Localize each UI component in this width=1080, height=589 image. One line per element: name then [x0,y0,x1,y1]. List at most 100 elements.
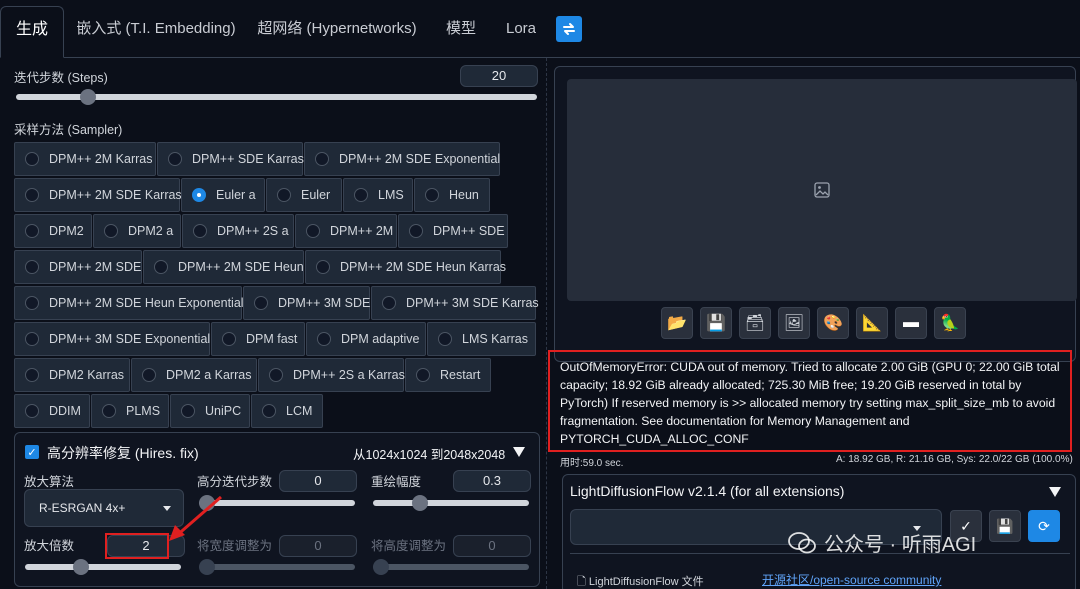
time-stat: 用时:59.0 sec. [560,458,624,469]
sampler-label: 采样方法 (Sampler) [14,123,123,137]
steps-label: 迭代步数 (Steps) [14,71,108,85]
folder-icon: 📂 [667,315,687,332]
radio-icon [317,332,331,346]
radio-icon [25,224,39,238]
denoise-label: 重绘幅度 [371,475,422,489]
radio-icon [269,368,283,382]
sampler-option[interactable]: DPM++ 2M SDE Exponential [304,142,500,176]
sampler-option[interactable]: Euler [266,178,342,212]
radio-icon [25,332,39,346]
archive-icon: 🗃 [744,315,766,332]
width-slider-thumb[interactable] [199,559,215,575]
steps-slider-thumb[interactable] [80,89,96,105]
parrot-button[interactable]: 🦜 [934,307,966,339]
sampler-option[interactable]: DPM++ SDE Karras [157,142,304,176]
hires-fix-checkbox[interactable]: ✓ [25,445,39,459]
sampler-option[interactable]: DPM++ 2M SDE Heun [143,250,304,284]
community-link[interactable]: 开源社区/open-source community [762,571,941,588]
radio-icon [25,368,39,382]
height-label: 将高度调整为 [371,539,447,553]
sampler-option-selected[interactable]: Euler a [181,178,265,212]
radio-icon [168,152,182,166]
radio-icon [306,224,320,238]
denoise-slider-thumb[interactable] [412,495,428,511]
ldf-refresh-button[interactable]: ⟳ [1028,510,1060,542]
bandage-button[interactable]: ▬ [895,307,927,339]
radio-icon [222,332,236,346]
sampler-option[interactable]: DPM++ SDE [398,214,508,248]
radio-icon [142,368,156,382]
sampler-option[interactable]: DPM2 a [93,214,181,248]
tab-models[interactable]: 模型 [432,6,490,58]
sampler-option[interactable]: DPM++ 2M [295,214,397,248]
radio-icon [409,224,423,238]
steps-input[interactable]: 20 [460,65,538,87]
sampler-option[interactable]: DPM++ 2M SDE Karras [14,178,182,212]
save-button[interactable]: 💾 [700,307,732,339]
sampler-option[interactable]: DPM++ 2M SDE [14,250,142,284]
parrot-icon: 🦜 [940,315,960,332]
tab-lora[interactable]: Lora [496,6,546,58]
send-to-inpaint-button[interactable]: 🎨 [817,307,849,339]
sampler-option[interactable]: DPM++ 2M SDE Heun Karras [305,250,506,284]
scale-slider[interactable] [25,559,181,575]
sampler-option[interactable]: LMS Karras [427,322,536,356]
send-to-img2img-button[interactable]: 🖼 [778,307,810,339]
floppy-icon: 💾 [996,517,1014,534]
sampler-option[interactable]: DPM++ 2S a [182,214,294,248]
tab-generate[interactable]: 生成 [0,6,64,58]
radio-icon [25,404,39,418]
sampler-option[interactable]: DPM2 a Karras [131,358,257,392]
sampler-option[interactable]: DPM2 Karras [14,358,130,392]
sampler-option[interactable]: UniPC [170,394,250,428]
sampler-option[interactable]: DPM++ 3M SDE Karras [371,286,539,320]
sampler-option[interactable]: DPM++ 2M SDE Heun Exponential [14,286,244,320]
sampler-option[interactable]: Restart [405,358,491,392]
sampler-option[interactable]: LCM [251,394,323,428]
sampler-option[interactable]: PLMS [91,394,169,428]
sampler-option[interactable]: DPM fast [211,322,305,356]
sampler-option[interactable]: DDIM [14,394,90,428]
error-message: OutOfMemoryError: CUDA out of memory. Tr… [548,350,1072,452]
width-input[interactable]: 0 [279,535,357,557]
sampler-option[interactable]: LMS [343,178,413,212]
sampler-option[interactable]: DPM2 [14,214,92,248]
sampler-option[interactable]: DPM adaptive [306,322,426,356]
sampler-option[interactable]: DPM++ 2S a Karras [258,358,405,392]
height-input[interactable]: 0 [453,535,531,557]
denoise-input[interactable]: 0.3 [453,470,531,492]
zip-button[interactable]: 🗃 [739,307,771,339]
refresh-icon [563,23,575,35]
upscaler-select[interactable]: R-ESRGAN 4x+ [24,489,184,527]
radio-icon [382,296,396,310]
height-slider[interactable] [373,559,529,575]
radio-icon [104,224,118,238]
radio-icon [316,260,330,274]
sampler-option[interactable]: DPM++ 3M SDE Exponential [14,322,210,356]
hires-steps-input[interactable]: 0 [279,470,357,492]
open-folder-button[interactable]: 📂 [661,307,693,339]
radio-icon [416,368,430,382]
triangle-ruler-icon: 📐 [862,315,882,332]
radio-icon [25,296,39,310]
collapse-triangle-icon[interactable] [513,447,525,457]
output-image-area[interactable] [567,79,1077,301]
output-column: 📂 💾 🗃 🖼 🎨 📐 ▬ 🦜 OutOfMemoryError: CUDA o… [548,58,1080,589]
sampler-option[interactable]: DPM++ 3M SDE [243,286,370,320]
width-slider[interactable] [199,559,355,575]
scale-slider-thumb[interactable] [73,559,89,575]
tab-hypernetworks[interactable]: 超网络 (Hypernetworks) [248,6,426,58]
radio-selected-icon [192,188,206,202]
refresh-button[interactable] [556,16,582,42]
tab-embedding[interactable]: 嵌入式 (T.I. Embedding) [68,6,244,58]
denoise-slider[interactable] [373,495,529,511]
steps-slider[interactable] [16,89,537,105]
sampler-option[interactable]: DPM++ 2M Karras [14,142,156,176]
radio-icon [262,404,276,418]
collapse-triangle-icon[interactable] [1049,487,1061,497]
ldf-save-button[interactable]: 💾 [989,510,1021,542]
height-slider-thumb[interactable] [373,559,389,575]
sampler-option[interactable]: Heun [414,178,490,212]
send-to-extras-button[interactable]: 📐 [856,307,888,339]
picture-icon: 🖼 [783,315,805,332]
